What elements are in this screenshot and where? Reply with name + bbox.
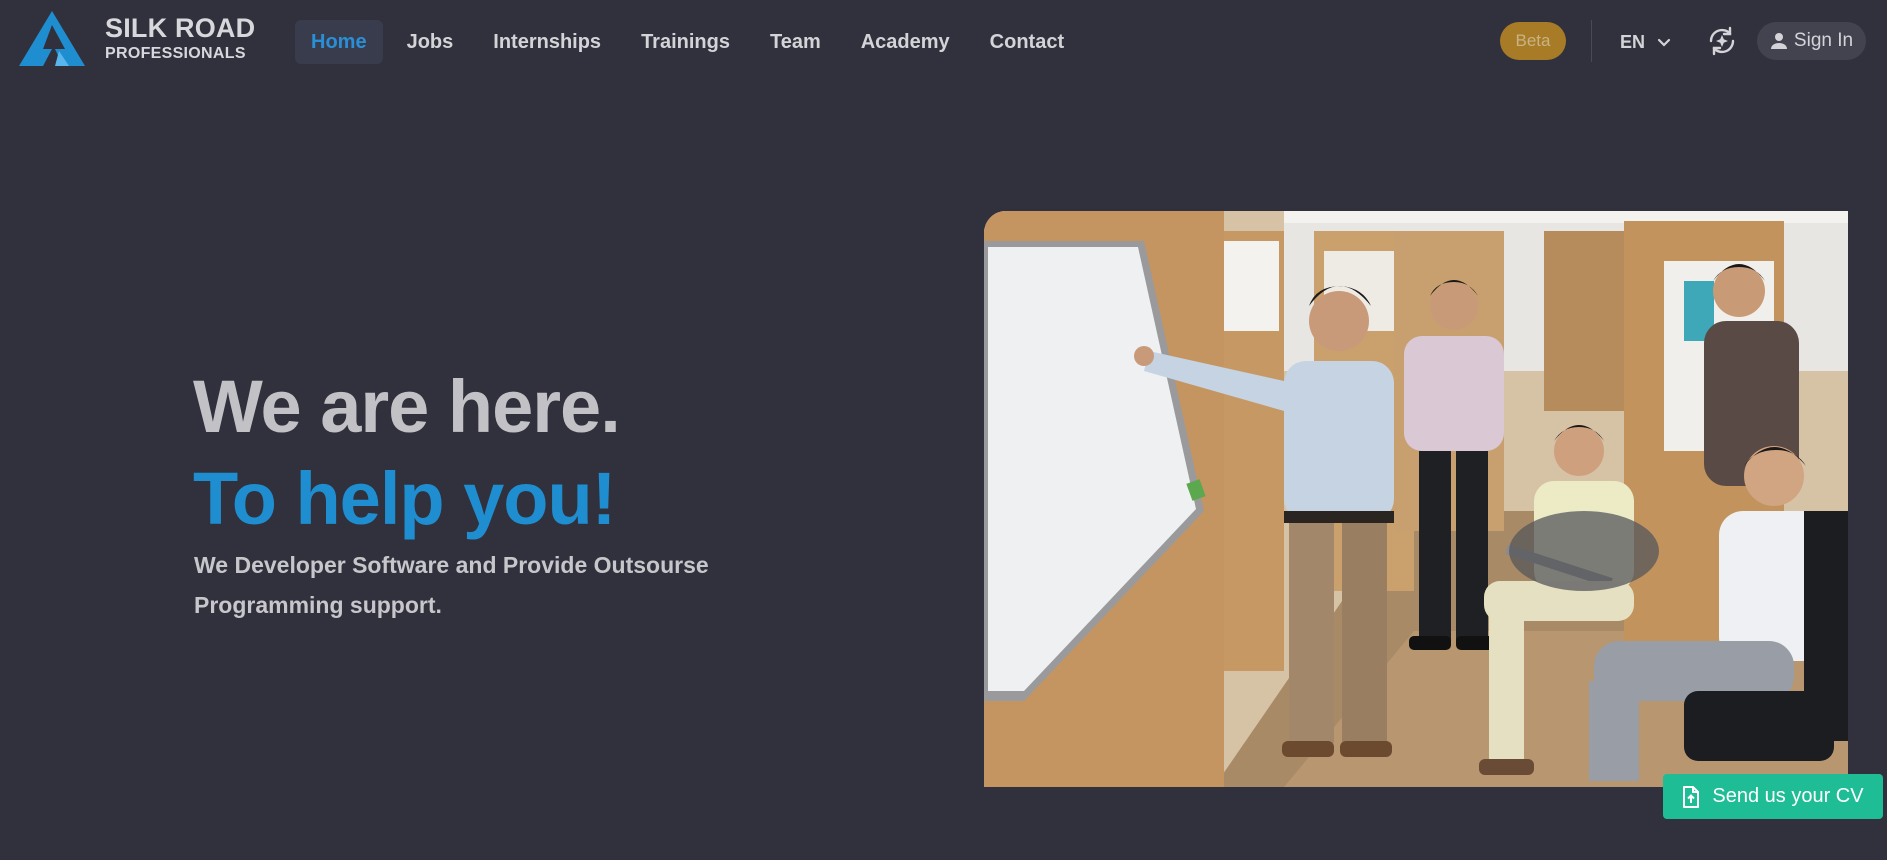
hero-title-line2: To help you! bbox=[193, 457, 616, 540]
nav-item-academy[interactable]: Academy bbox=[845, 20, 966, 64]
nav-item-home[interactable]: Home bbox=[295, 20, 383, 64]
send-cv-label: Send us your CV bbox=[1712, 785, 1864, 807]
hero-subtitle: We Developer Software and Provide Outsou… bbox=[194, 552, 709, 618]
header-divider bbox=[1591, 20, 1592, 62]
brand-logo[interactable]: SILK ROAD PROFESSIONALS bbox=[19, 11, 255, 66]
nav-item-jobs[interactable]: Jobs bbox=[391, 20, 470, 64]
nav-item-contact[interactable]: Contact bbox=[974, 20, 1080, 64]
language-label: EN bbox=[1620, 31, 1646, 52]
mountain-logo-icon bbox=[19, 11, 85, 66]
brand-name: SILK ROAD PROFESSIONALS bbox=[105, 15, 255, 62]
language-selector[interactable]: EN bbox=[1620, 24, 1671, 60]
send-cv-button[interactable]: Send us your CV bbox=[1663, 774, 1883, 819]
nav-item-team[interactable]: Team bbox=[754, 20, 837, 64]
office-team-illustration bbox=[984, 211, 1848, 787]
beta-badge: Beta bbox=[1500, 22, 1566, 60]
brand-name-line2: PROFESSIONALS bbox=[105, 45, 246, 62]
hero-title-line1: We are here. bbox=[193, 365, 621, 448]
nav-item-internships[interactable]: Internships bbox=[477, 20, 617, 64]
brand-name-line1: SILK ROAD bbox=[105, 13, 256, 43]
main-nav: Home Jobs Internships Trainings Team Aca… bbox=[295, 20, 1088, 64]
top-header: SILK ROAD PROFESSIONALS Home Jobs Intern… bbox=[0, 0, 1887, 84]
file-upload-icon bbox=[1683, 785, 1700, 808]
sign-in-button[interactable]: Sign In bbox=[1757, 22, 1866, 60]
nav-item-trainings[interactable]: Trainings bbox=[625, 20, 746, 64]
sign-in-label: Sign In bbox=[1793, 30, 1854, 51]
hero-photo bbox=[984, 211, 1848, 787]
chevron-down-icon bbox=[1657, 38, 1671, 47]
user-icon bbox=[1770, 33, 1787, 49]
sync-icon[interactable] bbox=[1706, 25, 1738, 57]
